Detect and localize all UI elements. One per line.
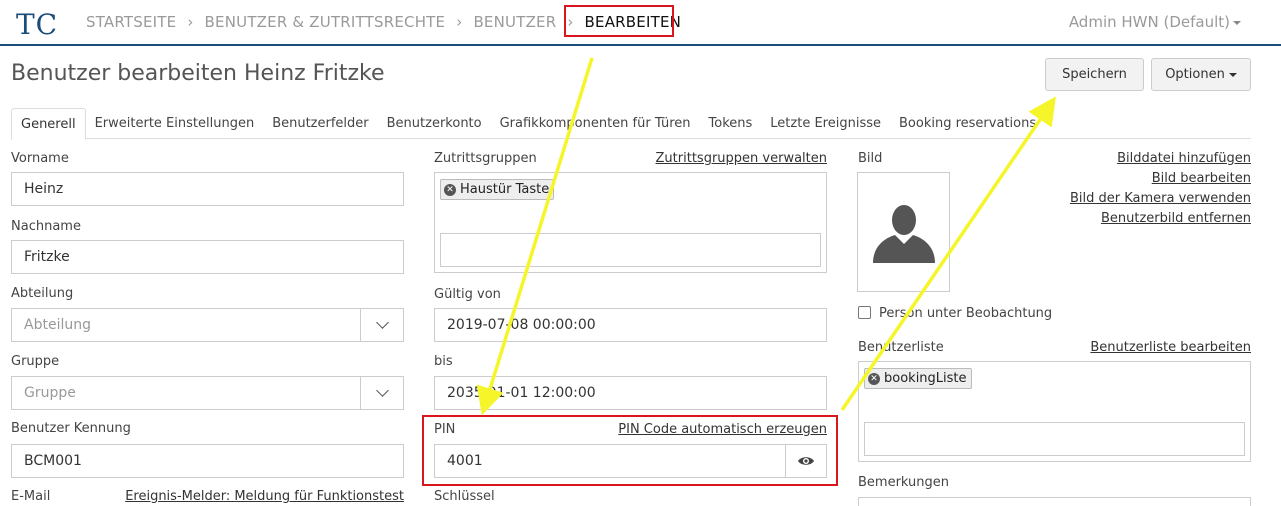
zutrittsgruppen-label: Zutrittsgruppen (434, 151, 537, 166)
chevron-down-icon (375, 384, 389, 397)
benutzerliste-box: ✕ bookingListe (858, 361, 1251, 462)
benutzerbild-entfernen-link[interactable]: Benutzerbild entfernen (1101, 211, 1251, 226)
tab-booking-reservations[interactable]: Booking reservations (890, 108, 1045, 139)
breadcrumb-separator: › (456, 13, 463, 31)
zutrittsgruppen-verwalten-link[interactable]: Zutrittsgruppen verwalten (656, 151, 827, 166)
options-label: Optionen (1165, 67, 1225, 82)
tab-bar: Generell Erweiterte Einstellungen Benutz… (11, 108, 1251, 140)
beobachtung-label: Person unter Beobachtung (879, 306, 1053, 321)
user-name: Admin HWN (Default) (1068, 13, 1230, 31)
breadcrumb-benutzer-zutrittsrechte[interactable]: BENUTZER & ZUTRITTSRECHTE (205, 13, 446, 31)
benutzerliste-input[interactable] (864, 422, 1245, 456)
highlight-breadcrumb (564, 5, 674, 37)
email-label: E-Mail (11, 489, 51, 504)
options-button[interactable]: Optionen (1151, 58, 1251, 91)
schluessel-label: Schlüssel (434, 489, 495, 504)
highlight-pin-field (422, 415, 838, 486)
nachname-label: Nachname (11, 219, 81, 234)
gruppe-select[interactable]: Gruppe (11, 376, 361, 410)
tab-benutzerkonto[interactable]: Benutzerkonto (378, 108, 491, 139)
tab-generell[interactable]: Generell (11, 108, 86, 140)
bemerkungen-label: Bemerkungen (858, 475, 950, 490)
avatar (857, 172, 950, 292)
zutrittsgruppe-tag: ✕ Haustür Taste (440, 179, 555, 200)
bis-input[interactable]: 2035-01-01 12:00:00 (434, 376, 827, 410)
remove-tag-icon[interactable]: ✕ (868, 372, 880, 385)
ereignis-melder-link[interactable]: Ereignis-Melder: Meldung für Funktionste… (125, 489, 404, 504)
tab-erweiterte-einstellungen[interactable]: Erweiterte Einstellungen (86, 108, 264, 139)
tcs-logo[interactable]: TCS (14, 6, 60, 38)
beobachtung-checkbox[interactable] (858, 306, 871, 319)
user-silhouette-icon (872, 205, 935, 263)
breadcrumb-benutzer[interactable]: BENUTZER (473, 13, 556, 31)
tab-tokens[interactable]: Tokens (700, 108, 762, 139)
abteilung-select[interactable]: Abteilung (11, 308, 361, 342)
abteilung-label: Abteilung (11, 286, 74, 301)
vorname-label: Vorname (11, 151, 69, 166)
benutzerliste-bearbeiten-link[interactable]: Benutzerliste bearbeiten (1090, 340, 1251, 355)
bemerkungen-textarea[interactable] (858, 497, 1251, 506)
caret-down-icon (1233, 20, 1241, 25)
tab-benutzerfelder[interactable]: Benutzerfelder (263, 108, 377, 139)
gruppe-label: Gruppe (11, 354, 60, 369)
vorname-input[interactable]: Heinz (11, 172, 404, 206)
svg-text:TCS: TCS (16, 8, 60, 38)
tag-label: Haustür Taste (460, 182, 550, 197)
tag-label: bookingListe (884, 371, 967, 386)
tab-letzte-ereignisse[interactable]: Letzte Ereignisse (761, 108, 890, 139)
gueltig-von-label: Gültig von (434, 287, 501, 302)
zutrittsgruppen-input[interactable] (440, 233, 821, 267)
kennung-label: Benutzer Kennung (11, 421, 131, 436)
page-title: Benutzer bearbeiten Heinz Fritzke (11, 61, 385, 86)
caret-down-icon (1228, 72, 1237, 77)
kennung-input[interactable]: BCM001 (11, 444, 404, 478)
bilddatei-hinzufuegen-link[interactable]: Bilddatei hinzufügen (1117, 151, 1251, 166)
abteilung-dropdown-button[interactable] (360, 308, 404, 342)
chevron-down-icon (375, 316, 389, 329)
bild-kamera-link[interactable]: Bild der Kamera verwenden (1070, 191, 1251, 206)
bild-label: Bild (858, 151, 883, 166)
breadcrumb-startseite[interactable]: STARTSEITE (86, 13, 176, 31)
gruppe-dropdown-button[interactable] (360, 376, 404, 410)
nachname-input[interactable]: Fritzke (11, 240, 404, 274)
benutzerliste-tag: ✕ bookingListe (864, 368, 972, 389)
tab-grafikkomponenten[interactable]: Grafikkomponenten für Türen (491, 108, 700, 139)
gueltig-von-input[interactable]: 2019-07-08 00:00:00 (434, 308, 827, 342)
bis-label: bis (434, 354, 453, 369)
breadcrumb-separator: › (187, 13, 194, 31)
benutzerliste-label: Benutzerliste (858, 340, 944, 355)
save-button[interactable]: Speichern (1045, 58, 1144, 91)
zutrittsgruppen-box: ✕ Haustür Taste (434, 172, 827, 273)
remove-tag-icon[interactable]: ✕ (444, 183, 456, 196)
user-menu[interactable]: Admin HWN (Default) (1069, 13, 1241, 31)
bild-bearbeiten-link[interactable]: Bild bearbeiten (1152, 171, 1251, 186)
